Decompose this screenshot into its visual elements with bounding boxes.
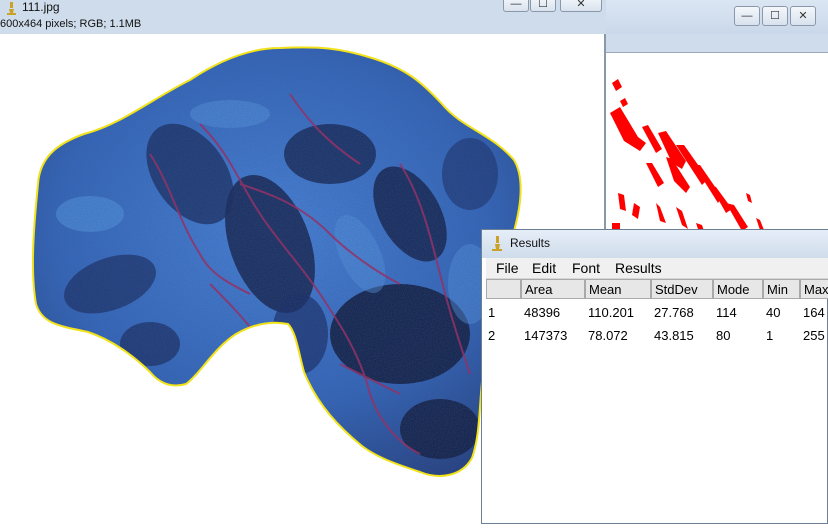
maximize-icon[interactable]: ☐ — [530, 0, 556, 12]
cell-mean: 78.072 — [588, 328, 628, 343]
cell-mode: 114 — [716, 305, 737, 320]
column-header-min[interactable]: Min — [763, 279, 800, 299]
cell-area: 147373 — [524, 328, 568, 343]
cell-area: 48396 — [524, 305, 561, 320]
minimize-icon[interactable]: — — [503, 0, 529, 12]
results-window: Results File Edit Font Results Area Mean… — [481, 229, 828, 524]
close-icon[interactable]: ✕ — [560, 0, 602, 12]
cell-index: 1 — [488, 305, 496, 320]
column-header-index[interactable] — [486, 279, 521, 299]
column-header-stddev[interactable]: StdDev — [651, 279, 713, 299]
image-window-titlebar[interactable]: 111.jpg — ☐ ✕ — [0, 0, 606, 16]
minimize-icon[interactable]: — — [734, 6, 760, 26]
cell-mean: 110.201 — [588, 305, 635, 320]
cell-mode: 80 — [716, 328, 731, 343]
menu-file[interactable]: File — [496, 260, 519, 276]
column-header-mean[interactable]: Mean — [585, 279, 651, 299]
image-window-title: 111.jpg — [22, 0, 60, 14]
column-header-mode[interactable]: Mode — [713, 279, 763, 299]
close-icon[interactable]: ✕ — [790, 6, 816, 26]
cell-min: 40 — [766, 305, 781, 320]
column-header-max[interactable]: Max — [800, 279, 828, 299]
cell-min: 1 — [766, 328, 774, 343]
cell-stddev: 27.768 — [654, 305, 694, 320]
cell-max: 255 — [803, 328, 825, 343]
menu-font[interactable]: Font — [572, 260, 600, 276]
cell-max: 164 — [803, 305, 825, 320]
microscope-icon — [492, 236, 502, 251]
column-header-area[interactable]: Area — [521, 279, 585, 299]
threshold-window-titlebar[interactable]: — ☐ ✕ — [600, 0, 828, 34]
microscope-icon — [7, 2, 16, 15]
image-info: 600x464 pixels; RGB; 1.1MB — [0, 18, 142, 30]
results-window-title: Results — [510, 236, 551, 250]
menu-edit[interactable]: Edit — [532, 260, 556, 276]
results-menubar: File Edit Font Results — [486, 258, 828, 279]
cell-stddev: 43.815 — [654, 328, 694, 343]
cell-index: 2 — [488, 328, 496, 343]
maximize-icon[interactable]: ☐ — [762, 6, 788, 26]
results-window-titlebar[interactable]: Results — [482, 230, 828, 258]
menu-results[interactable]: Results — [615, 260, 662, 276]
